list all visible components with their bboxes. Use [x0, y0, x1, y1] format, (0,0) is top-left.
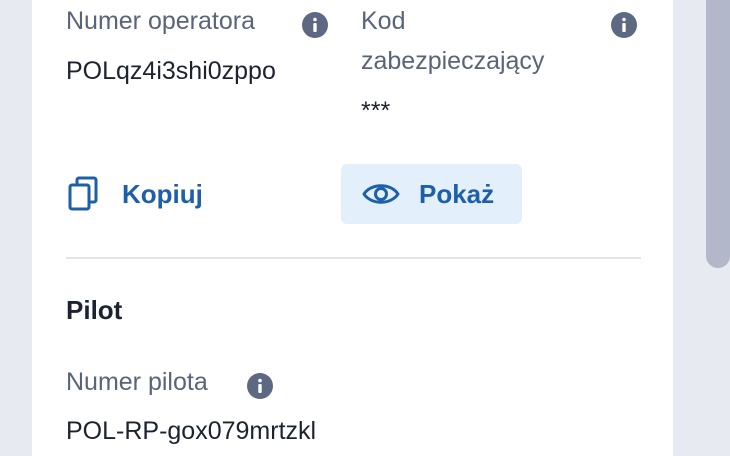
show-button[interactable]: Pokaż: [341, 164, 522, 224]
security-code-label-line1: Kod: [361, 7, 406, 35]
section-divider: [66, 257, 641, 259]
security-code-value: ***: [361, 97, 391, 125]
security-code-label-line2: zabezpieczający: [361, 47, 545, 75]
pilot-number-label: Numer pilota: [66, 368, 208, 396]
pilot-number-value: POL-RP-gox079mrtzkl: [66, 417, 317, 445]
info-icon[interactable]: [247, 373, 273, 399]
operator-number-label: Numer operatora: [66, 7, 255, 35]
scrollbar-thumb[interactable]: [706, 0, 730, 268]
eye-icon: [361, 180, 401, 208]
copy-button-label: Kopiuj: [122, 178, 203, 209]
copy-icon: [66, 175, 100, 213]
copy-button[interactable]: Kopiuj: [66, 164, 203, 224]
operator-number-value: POLqz4i3shi0zppo: [66, 57, 276, 85]
info-icon[interactable]: [302, 12, 328, 38]
show-button-label: Pokaż: [419, 178, 495, 209]
pilot-section-title: Pilot: [66, 295, 123, 325]
info-icon[interactable]: [611, 12, 637, 38]
